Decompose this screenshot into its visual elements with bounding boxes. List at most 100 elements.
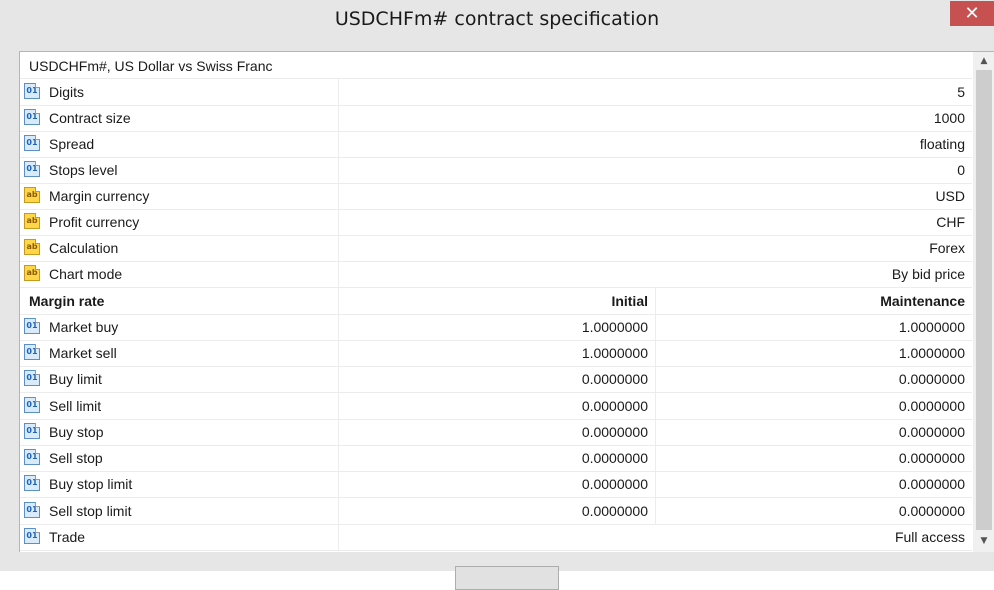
table-row[interactable]: 01 Contract size 1000	[20, 105, 972, 132]
table-row[interactable]: ab Chart mode By bid price	[20, 261, 972, 288]
margin-label: Buy limit	[49, 371, 102, 387]
symbol-description-row: USDCHFm#, US Dollar vs Swiss Franc	[20, 52, 972, 79]
property-label: Spread	[49, 136, 95, 152]
property-value: 5	[957, 84, 965, 100]
initial-cell: 0.0000000	[339, 419, 656, 445]
property-value: 1000	[933, 110, 965, 126]
row-label-cell: 01 Market sell	[20, 340, 339, 366]
scroll-down-arrow-icon[interactable]: ▼	[973, 532, 994, 550]
scroll-up-arrow-icon[interactable]: ▲	[973, 52, 994, 70]
row-label-cell: 01 Buy limit	[20, 366, 339, 392]
number-icon: 01	[24, 528, 40, 544]
maintenance-value: 0.0000000	[898, 424, 965, 440]
vertical-scrollbar[interactable]: ▲ ▼	[973, 52, 994, 552]
number-icon: 01	[24, 109, 40, 125]
row-label-cell: ab Margin currency	[20, 183, 339, 209]
margin-label: Market sell	[49, 345, 117, 361]
title-bar[interactable]: USDCHFm# contract specification ✕	[0, 0, 994, 40]
maintenance-cell: 0.0000000	[656, 498, 972, 524]
close-button[interactable]: ✕	[950, 1, 994, 26]
maintenance-cell: 0.0000000	[656, 445, 972, 471]
margin-label: Sell limit	[49, 398, 102, 414]
maintenance-cell: 0.0000000	[656, 366, 972, 392]
initial-value: 0.0000000	[581, 503, 648, 519]
property-label: Margin currency	[49, 188, 150, 204]
initial-value: 0.0000000	[581, 398, 648, 414]
row-label-cell: 01 Sell stop limit	[20, 498, 339, 524]
maintenance-header-label: Maintenance	[880, 293, 965, 309]
maintenance-column-header: Maintenance	[656, 288, 972, 314]
table-row[interactable]: ab Calculation Forex	[20, 235, 972, 262]
symbol-description: USDCHFm#, US Dollar vs Swiss Franc	[29, 58, 273, 74]
table-row[interactable]: 01 Spread floating	[20, 131, 972, 158]
property-label: Trade	[49, 529, 86, 545]
table-row[interactable]: 01 Buy stop 0.0000000 0.0000000	[20, 419, 972, 446]
table-row[interactable]: 01 Sell stop 0.0000000 0.0000000	[20, 445, 972, 472]
row-label-cell: 01 Sell stop	[20, 445, 339, 471]
margin-label: Buy stop	[49, 424, 104, 440]
table-row[interactable]: 01 Sell stop limit 0.0000000 0.0000000	[20, 498, 972, 525]
row-label-cell: Margin rate	[20, 288, 339, 314]
row-label-cell: 01 Trade	[20, 524, 339, 550]
property-value: 0	[957, 162, 965, 178]
number-icon: 01	[24, 135, 40, 151]
property-label: Profit currency	[49, 214, 140, 230]
number-icon: 01	[24, 370, 40, 386]
maintenance-cell: 0.0000000	[656, 393, 972, 419]
initial-cell: 0.0000000	[339, 498, 656, 524]
initial-column-header: Initial	[339, 288, 656, 314]
initial-cell: 0.0000000	[339, 393, 656, 419]
table-row[interactable]: 01 Digits 5	[20, 79, 972, 106]
table-row[interactable]: 01 Buy stop limit 0.0000000 0.0000000	[20, 471, 972, 498]
specification-table: USDCHFm#, US Dollar vs Swiss Franc 01 Di…	[20, 52, 972, 552]
row-label-cell: 01 Market buy	[20, 314, 339, 340]
table-row[interactable]: 01 Trade Full access	[20, 524, 972, 551]
number-icon: 01	[24, 423, 40, 439]
number-icon: 01	[24, 344, 40, 360]
margin-rate-title: Margin rate	[29, 293, 105, 309]
table-row[interactable]: 01 Buy limit 0.0000000 0.0000000	[20, 366, 972, 393]
initial-value: 1.0000000	[581, 345, 648, 361]
table-row[interactable]: 01 Stops level 0	[20, 157, 972, 184]
number-icon: 01	[24, 318, 40, 334]
margin-rate-header-row: Margin rate Initial Maintenance	[20, 288, 972, 315]
property-label: Calculation	[49, 240, 119, 256]
row-label-cell: 01 Spread	[20, 131, 339, 157]
number-icon: 01	[24, 397, 40, 413]
table-row[interactable]: 01 Sell limit 0.0000000 0.0000000	[20, 393, 972, 420]
number-icon: 01	[24, 449, 40, 465]
ok-button[interactable]	[455, 566, 559, 590]
property-value: Forex	[929, 240, 965, 256]
margin-label: Market buy	[49, 319, 119, 335]
scroll-thumb[interactable]	[976, 70, 992, 530]
row-label-cell: 01 Buy stop limit	[20, 471, 339, 497]
number-icon: 01	[24, 475, 40, 491]
table-row[interactable]: 01 Market buy 1.0000000 1.0000000	[20, 314, 972, 341]
maintenance-cell: 1.0000000	[656, 314, 972, 340]
initial-header-label: Initial	[611, 293, 648, 309]
property-label: Contract size	[49, 110, 131, 126]
string-icon: ab	[24, 239, 40, 255]
specification-panel: USDCHFm#, US Dollar vs Swiss Franc 01 Di…	[19, 51, 994, 552]
number-icon: 01	[24, 83, 40, 99]
initial-value: 0.0000000	[581, 476, 648, 492]
window-title: USDCHFm# contract specification	[334, 8, 660, 30]
number-icon: 01	[24, 502, 40, 518]
property-label: Digits	[49, 84, 85, 100]
margin-label: Sell stop	[49, 450, 103, 466]
maintenance-cell: 1.0000000	[656, 340, 972, 366]
row-label-cell: ab Chart mode	[20, 261, 339, 287]
maintenance-value: 1.0000000	[898, 319, 965, 335]
number-icon: 01	[24, 161, 40, 177]
maintenance-cell: 0.0000000	[656, 471, 972, 497]
maintenance-value: 0.0000000	[898, 503, 965, 519]
property-value: By bid price	[891, 266, 965, 282]
table-row[interactable]: ab Margin currency USD	[20, 183, 972, 210]
property-value: USD	[935, 188, 965, 204]
initial-cell: 1.0000000	[339, 340, 656, 366]
maintenance-value: 1.0000000	[898, 345, 965, 361]
table-row[interactable]: 01 Market sell 1.0000000 1.0000000	[20, 340, 972, 367]
table-row[interactable]: ab Profit currency CHF	[20, 209, 972, 236]
maintenance-value: 0.0000000	[898, 371, 965, 387]
contract-spec-window: USDCHFm# contract specification ✕ USDCHF…	[0, 0, 994, 590]
